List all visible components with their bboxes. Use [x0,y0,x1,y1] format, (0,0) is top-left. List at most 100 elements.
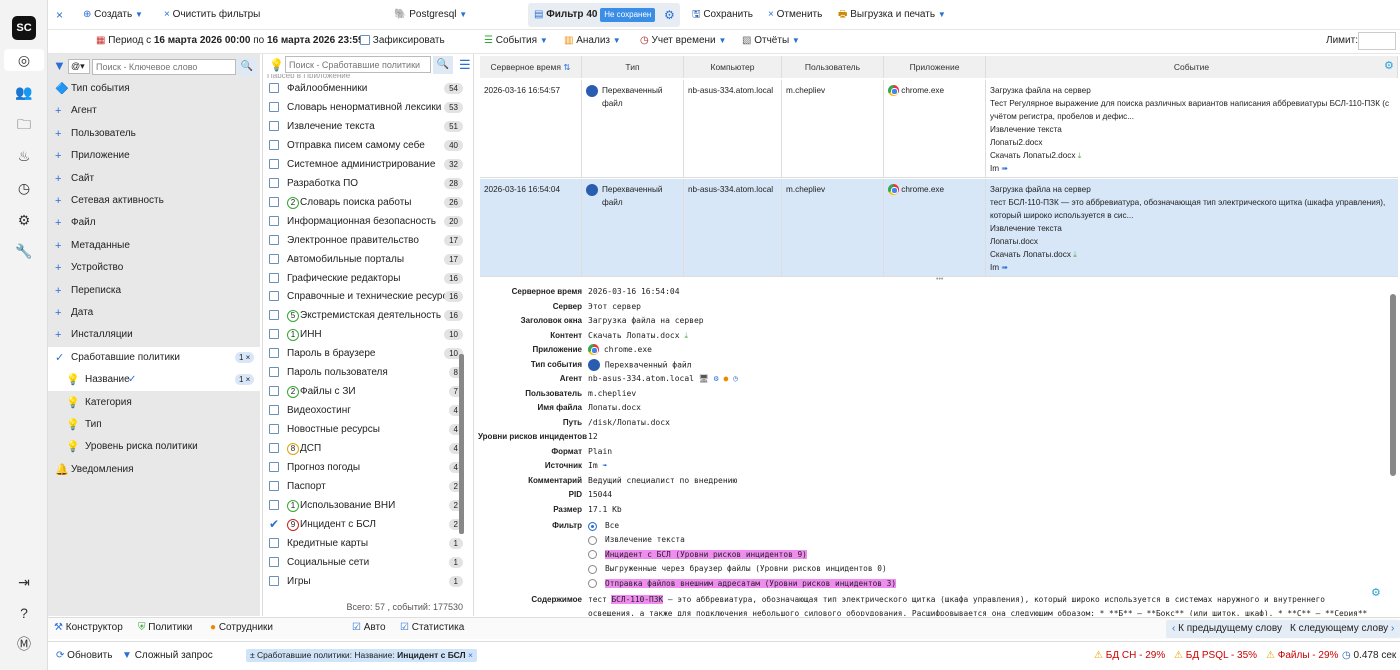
tree-item[interactable]: + Файл [48,212,260,234]
fix-period-checkbox[interactable]: Зафиксировать [360,30,445,52]
download-link[interactable]: Скачать Лопаты.docx ⤓ [990,248,1394,261]
close-icon[interactable]: × [468,650,473,660]
radio-icon[interactable] [588,579,597,589]
filter-option[interactable]: Извлечение текста [588,534,685,546]
clear-filters-button[interactable]: × Очистить фильтры [164,0,260,30]
tree-item[interactable]: + Приложение [48,145,260,167]
policy-list-item[interactable]: Словарь ненормативной лексики 53 [267,98,463,117]
tree-item[interactable]: ✓ Сработавшие политики 1 × [48,346,260,369]
checkbox-icon[interactable] [269,272,279,283]
tree-item[interactable]: + Агент [48,100,260,122]
tree-item[interactable]: + Устройство [48,257,260,279]
checkbox-icon[interactable] [269,405,279,416]
checkbox-icon[interactable] [269,329,279,340]
tab-constructor[interactable]: ⚒ Конструктор [54,614,123,642]
detail-scrollbar[interactable] [1390,294,1396,476]
tree-item[interactable]: 🔷 Тип события [48,78,260,100]
policy-search-input[interactable] [285,56,431,73]
tree-item[interactable]: 🔔 Уведомления [48,459,260,481]
tab-filter-40[interactable]: ▤ Фильтр 40 Не сохранен ⚙ [528,3,680,27]
columns-settings-icon[interactable]: ⚙ [1384,59,1394,72]
period-selector[interactable]: ▦ Период с 16 марта 2026 00:00 по 16 мар… [96,30,364,52]
save-button[interactable]: 🖫 Сохранить [692,0,753,30]
wrench-icon[interactable]: 🔧 [12,240,36,262]
policy-list-item[interactable]: Графические редакторы 16 [267,269,463,288]
policy-list-item[interactable]: 1 Использование ВНИ 2 [267,496,463,515]
cancel-button[interactable]: × Отменить [768,0,822,30]
checkbox-icon[interactable] [269,386,279,397]
search-icon[interactable]: 🔍 [237,58,257,76]
col-user[interactable]: Пользователь [782,56,884,78]
policy-list-item[interactable]: Электронное правительство 17 [267,231,463,250]
checkbox-icon[interactable] [269,367,279,378]
col-app[interactable]: Приложение [884,56,986,78]
policy-list-item[interactable]: Игры 1 [267,572,463,591]
app-logo[interactable]: SC [12,16,36,40]
tree-item[interactable]: 💡 Уровень риска политики [48,436,260,458]
logout-icon[interactable]: ⇥ [12,571,36,593]
gear-icon[interactable]: ⚙ [714,374,719,383]
help-icon[interactable]: ? [12,602,36,624]
fire-icon[interactable]: ♨ [12,145,36,167]
col-server-time[interactable]: Серверное время ⇅ [480,56,582,78]
checkbox-icon[interactable] [269,443,279,454]
clock-icon[interactable]: ◷ [12,177,36,199]
checkbox-icon[interactable] [269,462,279,472]
policy-list-item[interactable]: Видеохостинг 4 [267,401,463,420]
tree-item[interactable]: 💡 Категория [48,392,260,414]
tab-employees[interactable]: ● Сотрудники [210,614,273,642]
download-icon[interactable]: ⤓ [684,331,688,340]
policy-list-item[interactable]: 8 ДСП 4 [267,439,463,458]
table-row[interactable]: 2026-03-16 16:54:57 Перехваченный файл nb… [480,80,1398,178]
policy-list-item[interactable]: 2 Файлы с ЗИ 7 [267,382,463,401]
auto-checkbox[interactable]: ☑ Авто [352,614,386,642]
time-tracking-menu[interactable]: ◷ Учет времени ▼ [640,30,726,52]
checkbox-icon[interactable] [269,120,279,131]
tree-item[interactable]: + Инсталляции [48,324,260,346]
refresh-button[interactable]: ⟳ Обновить [56,642,112,670]
checkbox-icon[interactable] [269,556,279,567]
checkbox-icon[interactable] [269,158,279,169]
filter-option[interactable]: Выгруженные через браузер файлы (Уровни … [588,563,887,575]
checkbox-icon[interactable] [269,424,279,435]
policy-list-item[interactable]: Автомобильные порталы 17 [267,250,463,269]
radio-icon[interactable] [588,521,597,531]
tree-item[interactable]: 💡 Тип [48,414,260,436]
checkbox-icon[interactable] [269,537,279,548]
checkbox-icon[interactable] [269,310,279,321]
close-icon[interactable]: × [243,353,251,362]
policy-list-item[interactable]: ✔ 9 Инцидент с БСЛ 2 [267,515,463,534]
checkbox-icon[interactable] [269,234,279,245]
checkbox-icon[interactable] [269,215,279,226]
next-word-button[interactable]: К следующему слову › [1284,620,1400,638]
list-scrollbar[interactable] [459,354,464,534]
filter-option[interactable]: Все [588,520,619,532]
policy-list-item[interactable]: Извлечение текста 51 [267,117,463,136]
tree-item[interactable]: + Сетевая активность [48,190,260,212]
monitoring-icon[interactable]: ◎ [4,49,44,71]
tab-policies[interactable]: ⛨ Политики [138,614,192,642]
keyword-search-input[interactable] [92,59,236,75]
monitor-icon[interactable]: 🖥 [699,374,709,383]
policy-list-item[interactable]: Разработка ПО 28 [267,174,463,193]
count-badge[interactable]: 1 × [235,374,255,386]
close-icon[interactable]: × [243,375,251,384]
tree-item[interactable]: + Переписка [48,280,260,302]
policy-list-item[interactable]: 5 Экстремистская деятельность 16 [267,306,463,325]
checkbox-icon[interactable] [269,291,279,302]
tree-item[interactable]: + Пользователь [48,123,260,145]
checkbox-icon[interactable] [269,196,279,207]
policy-list-item[interactable]: Прогноз погоды 4 [267,458,463,477]
col-event[interactable]: Событие [986,56,1398,78]
clock-icon[interactable]: ◷ [733,374,738,383]
gear-icon[interactable]: ⚙ [664,0,675,30]
radio-icon[interactable] [588,550,597,560]
user-avatar-icon[interactable]: Ⓜ [12,633,36,655]
tree-item[interactable]: + Дата [48,302,260,324]
folder-icon[interactable]: 🗀 [12,113,36,135]
filter-option[interactable]: Инцидент с БСЛ (Уровни рисков инцидентов… [588,549,807,561]
policy-list-item[interactable]: Новостные ресурсы 4 [267,420,463,439]
prev-word-button[interactable]: ‹ К предыдущему слову [1166,620,1288,638]
search-icon[interactable]: 🔍 [433,56,453,74]
policy-list-item[interactable]: Справочные и технические ресурсы 16 [267,287,463,306]
